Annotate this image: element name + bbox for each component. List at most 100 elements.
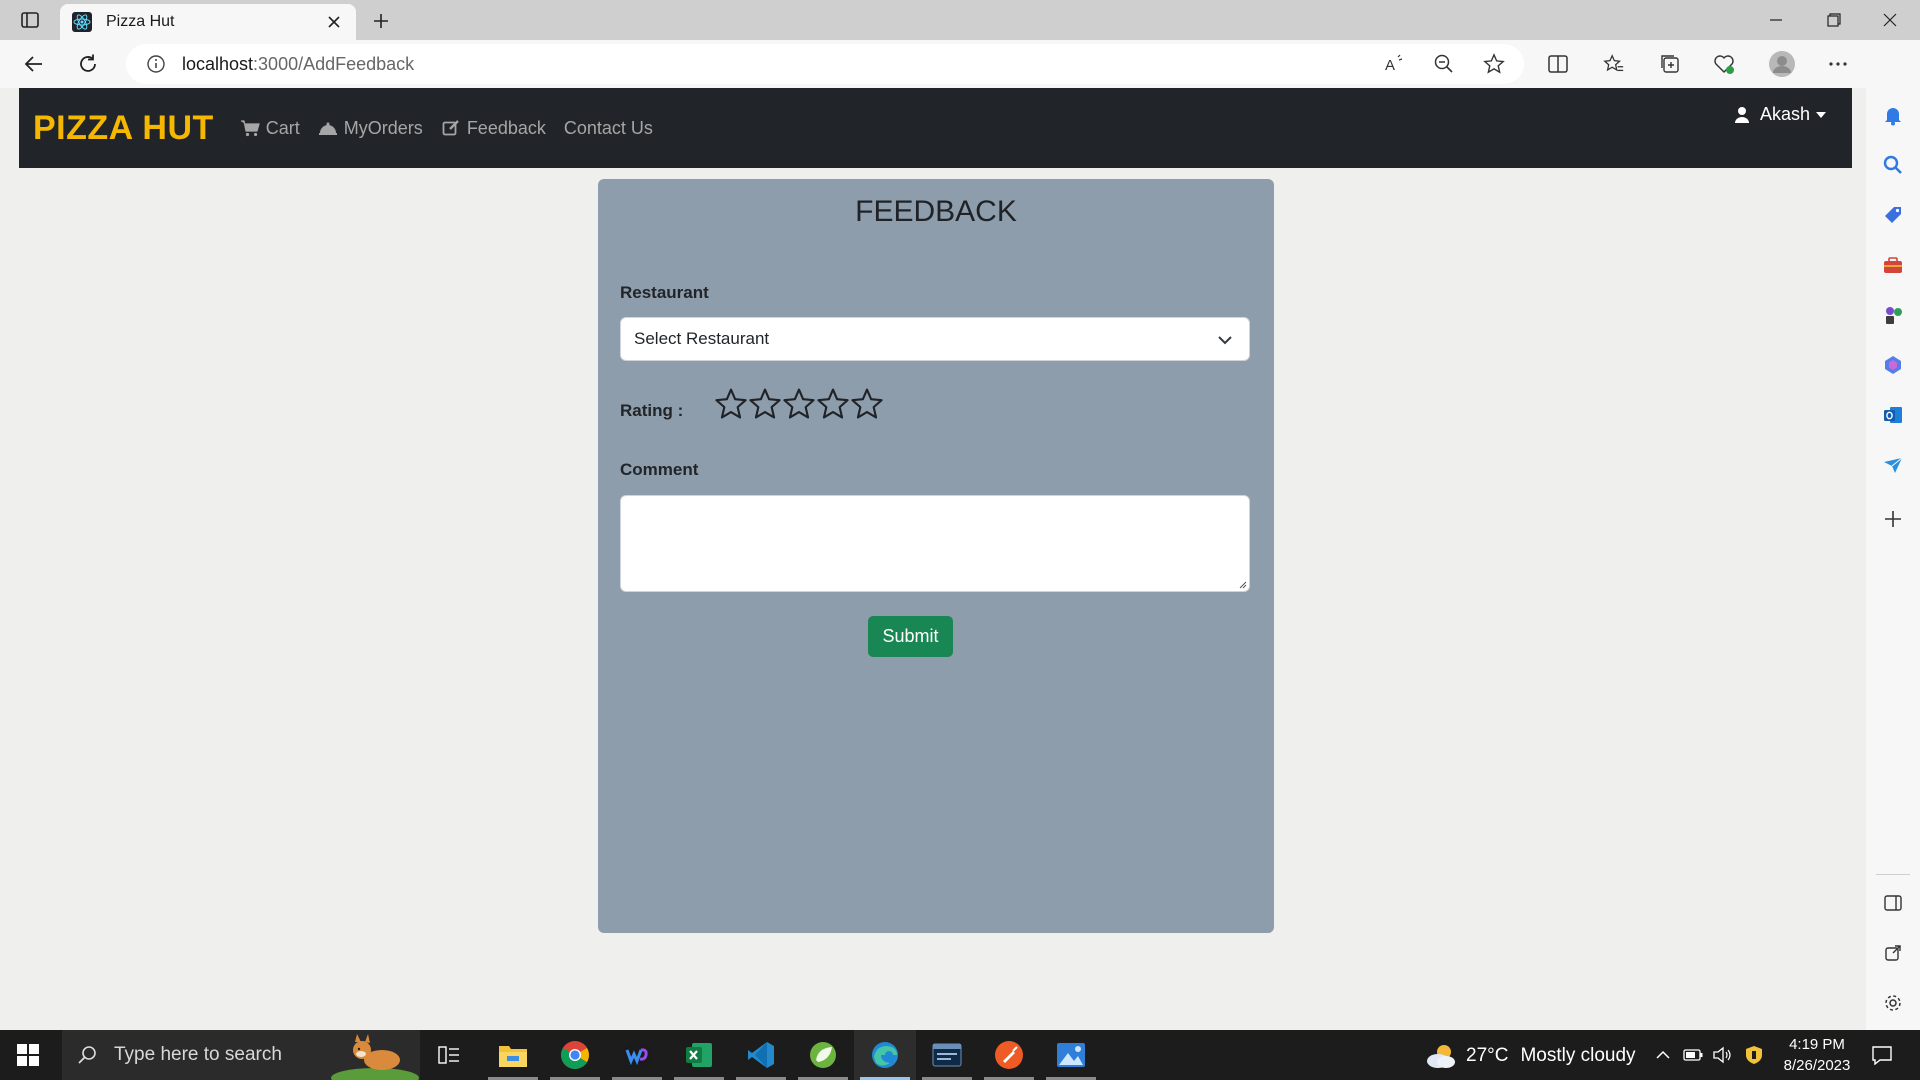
vscode-icon[interactable]	[744, 1038, 778, 1072]
weather-widget[interactable]: 27°C Mostly cloudy	[1424, 1042, 1636, 1070]
star-1-icon[interactable]	[714, 387, 748, 421]
games-icon[interactable]	[1880, 302, 1906, 328]
tab-title: Pizza Hut	[106, 13, 175, 30]
star-3-icon[interactable]	[782, 387, 816, 421]
postman-icon[interactable]	[992, 1038, 1026, 1072]
browser-titlebar: Pizza Hut	[0, 0, 1920, 40]
system-clock[interactable]: 4:19 PM 8/26/2023	[1770, 1034, 1864, 1076]
address-bar[interactable]: localhost:3000/AddFeedback A	[126, 44, 1524, 84]
navbar: PIZZA HUT Cart MyOrders Feedback Contact…	[19, 88, 1852, 168]
page-title: FEEDBACK	[855, 195, 1017, 228]
shopping-tag-icon[interactable]	[1880, 202, 1906, 228]
browser-essentials-icon[interactable]	[1708, 48, 1740, 80]
tab-actions-icon[interactable]	[18, 9, 42, 31]
restaurant-label: Restaurant	[620, 283, 709, 302]
star-4-icon[interactable]	[816, 387, 850, 421]
taskbar-search-placeholder: Type here to search	[114, 1044, 282, 1065]
window-close-icon[interactable]	[1876, 8, 1904, 32]
nav-link-feedback[interactable]: Feedback	[441, 118, 546, 139]
search-icon	[76, 1043, 100, 1067]
split-screen-icon[interactable]	[1542, 48, 1574, 80]
restore-icon[interactable]	[1820, 8, 1848, 32]
task-view-icon[interactable]	[432, 1038, 466, 1072]
comment-label: Comment	[620, 460, 699, 479]
file-explorer-icon[interactable]	[496, 1038, 530, 1072]
tools-briefcase-icon[interactable]	[1880, 252, 1906, 278]
nav-link-label: Feedback	[466, 117, 546, 138]
more-options-icon[interactable]	[1822, 48, 1854, 80]
search-icon[interactable]	[1880, 152, 1906, 178]
caret-down-icon	[1816, 111, 1826, 118]
bell-icon	[318, 118, 338, 138]
weather-text: Mostly cloudy	[1520, 1045, 1636, 1066]
battery-icon[interactable]	[1683, 1045, 1703, 1065]
new-tab-icon[interactable]	[368, 8, 394, 34]
star-5-icon[interactable]	[850, 387, 884, 421]
mysql-workbench-icon[interactable]	[930, 1038, 964, 1072]
edge-sidebar	[1866, 40, 1920, 1030]
collections-icon[interactable]	[1654, 48, 1686, 80]
chevron-up-icon[interactable]	[1653, 1045, 1673, 1065]
cloudy-weather-icon	[1427, 1045, 1455, 1068]
restaurant-select-value: Select Restaurant	[634, 329, 770, 348]
windows-start-icon[interactable]	[16, 1043, 40, 1067]
close-icon[interactable]	[324, 12, 344, 32]
star-2-icon[interactable]	[748, 387, 782, 421]
user-name: Akash	[1759, 104, 1810, 124]
comment-textarea[interactable]	[620, 495, 1250, 592]
nav-link-myorders[interactable]: MyOrders	[318, 118, 423, 139]
search-highlight-dog-icon	[331, 1034, 419, 1080]
notifications-icon[interactable]	[1870, 1044, 1894, 1066]
favorite-star-icon[interactable]	[1478, 48, 1510, 80]
user-dropdown[interactable]: Akash	[1732, 104, 1826, 125]
volume-icon[interactable]	[1712, 1045, 1732, 1065]
microsoft-365-icon[interactable]	[1880, 352, 1906, 378]
brand-logo[interactable]: PIZZA HUT	[33, 109, 214, 148]
hide-sidebar-icon[interactable]	[1880, 890, 1906, 916]
page-viewport: PIZZA HUT Cart MyOrders Feedback Contact…	[0, 88, 1866, 1030]
star-rating[interactable]	[714, 387, 884, 421]
rating-label: Rating :	[620, 401, 684, 420]
windows-taskbar: Type here to search 27°C Mostly cloudy 4…	[0, 1030, 1920, 1080]
nav-link-label: MyOrders	[343, 117, 423, 138]
read-aloud-icon[interactable]: A	[1378, 48, 1410, 80]
nav-link-label: Cart	[265, 117, 300, 138]
browser-toolbar: localhost:3000/AddFeedback A	[0, 40, 1920, 88]
back-icon[interactable]	[18, 48, 50, 80]
restaurant-select[interactable]: Select Restaurant	[620, 317, 1250, 361]
security-shield-icon[interactable]	[1744, 1045, 1764, 1065]
settings-gear-icon[interactable]	[1880, 990, 1906, 1016]
outlook-icon[interactable]	[1880, 402, 1906, 428]
url-path: :3000/AddFeedback	[253, 53, 415, 74]
open-external-icon[interactable]	[1880, 940, 1906, 966]
nav-link-cart[interactable]: Cart	[240, 118, 300, 139]
chrome-icon[interactable]	[558, 1038, 592, 1072]
notification-bell-icon[interactable]	[1880, 102, 1906, 128]
photos-icon[interactable]	[1054, 1038, 1088, 1072]
spring-tool-icon[interactable]	[806, 1038, 840, 1072]
edit-icon	[441, 118, 461, 138]
resize-grip-icon[interactable]	[1237, 579, 1247, 589]
profile-avatar-icon[interactable]	[1766, 48, 1798, 80]
nav-link-contact-us[interactable]: Contact Us	[564, 118, 653, 139]
cart-icon	[240, 118, 260, 138]
chevron-down-icon	[1215, 330, 1235, 350]
nav-link-label: Contact Us	[563, 117, 653, 138]
taskbar-search[interactable]: Type here to search	[62, 1030, 420, 1080]
sidebar-divider	[1876, 874, 1910, 875]
zoom-out-icon[interactable]	[1428, 48, 1460, 80]
browser-tab-active[interactable]: Pizza Hut	[60, 4, 356, 40]
excel-icon[interactable]	[682, 1038, 716, 1072]
send-drop-icon[interactable]	[1880, 452, 1906, 478]
favorites-icon[interactable]	[1598, 48, 1630, 80]
url-text[interactable]: localhost:3000/AddFeedback	[182, 54, 414, 75]
minimize-icon[interactable]	[1762, 8, 1790, 32]
webstorm-icon[interactable]	[620, 1038, 654, 1072]
react-icon	[72, 12, 92, 32]
url-host: localhost	[182, 53, 254, 74]
clock-date: 8/26/2023	[1783, 1057, 1851, 1074]
refresh-icon[interactable]	[72, 48, 104, 80]
info-icon[interactable]	[144, 52, 168, 76]
add-sidebar-app-icon[interactable]	[1880, 506, 1906, 532]
submit-button[interactable]: Submit	[868, 616, 953, 657]
